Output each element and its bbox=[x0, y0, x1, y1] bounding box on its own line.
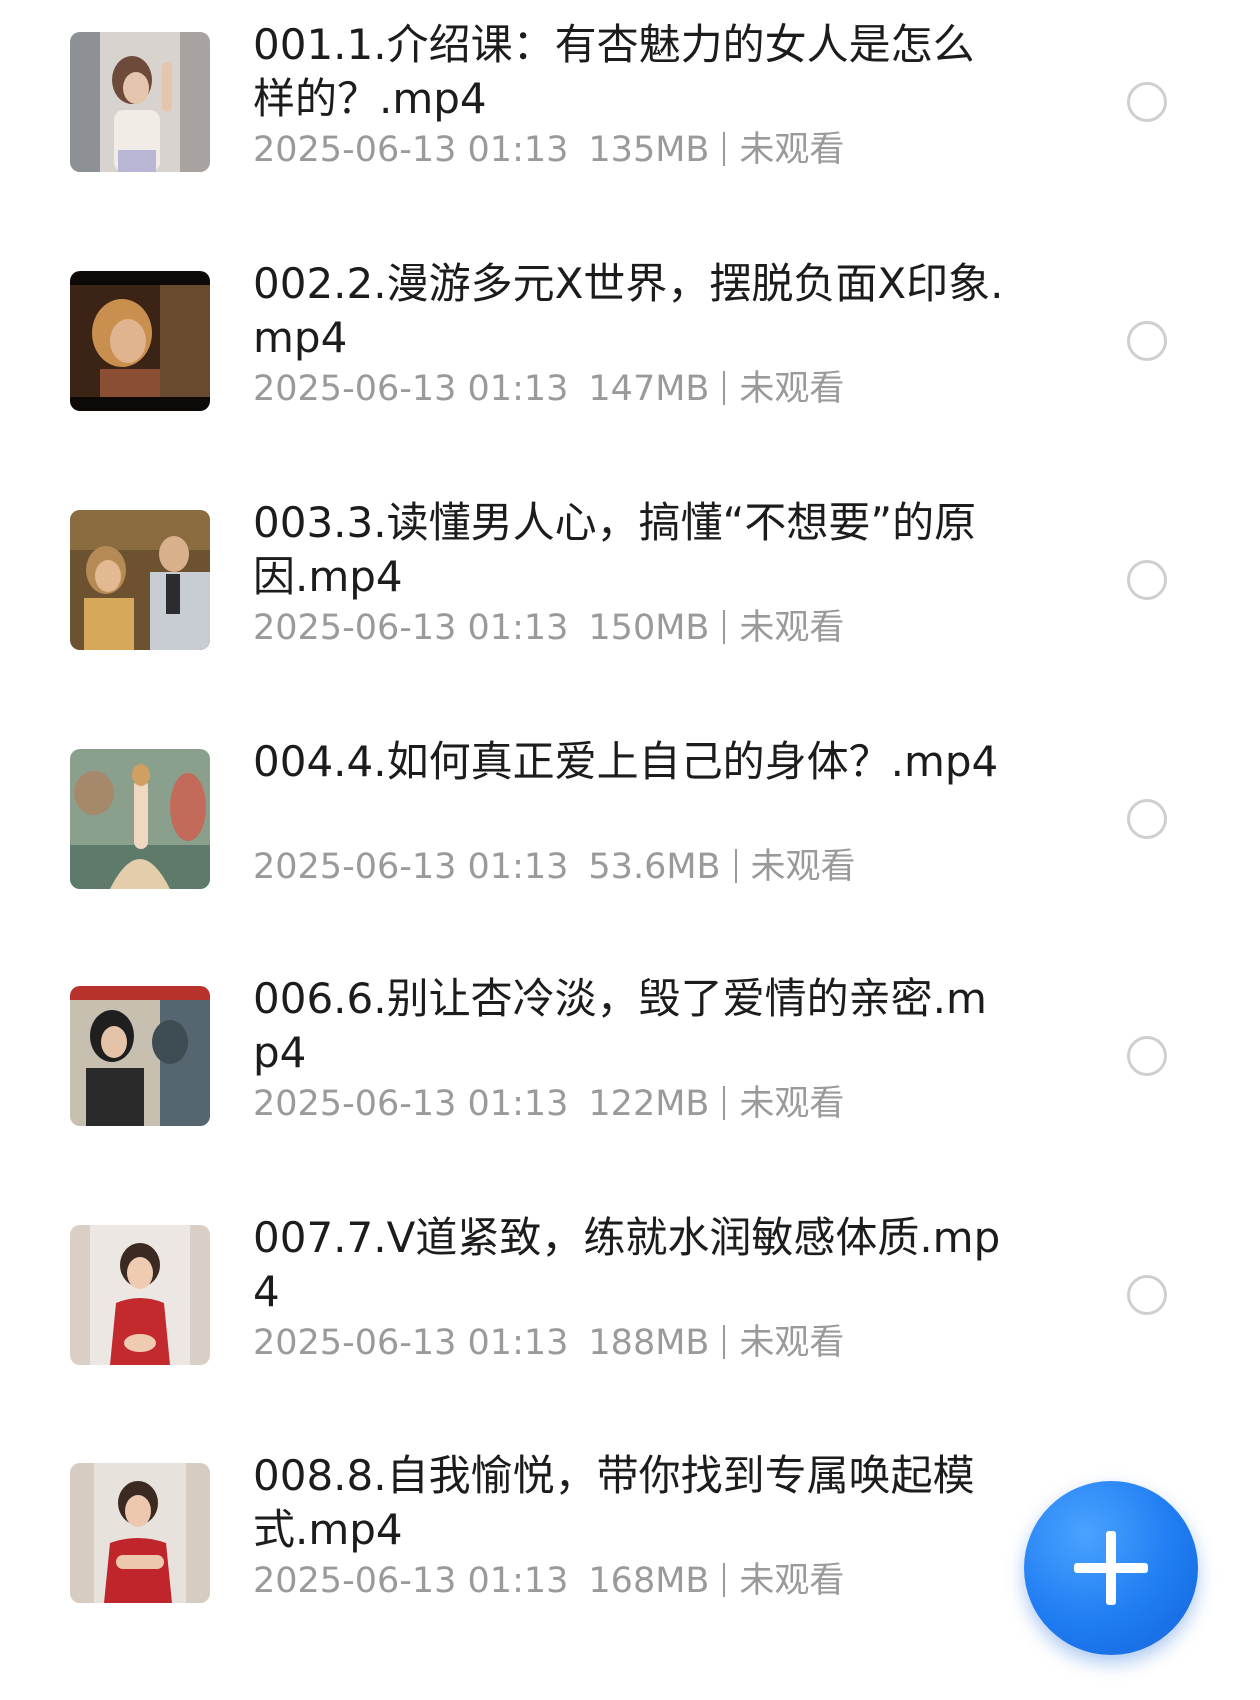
file-date: 2025-06-13 01:13 bbox=[253, 1561, 569, 1601]
file-date: 2025-06-13 01:13 bbox=[253, 1323, 569, 1363]
select-radio[interactable] bbox=[1127, 560, 1167, 600]
select-radio[interactable] bbox=[1127, 1275, 1167, 1315]
watch-status: 未观看 bbox=[739, 369, 845, 409]
file-title: 004.4.如何真正爱上自己的身体？.mp4 bbox=[253, 737, 999, 786]
add-button[interactable] bbox=[1024, 1481, 1198, 1655]
file-title: 003.3.读懂男人心，搞懂“不想要”的原因.mp4 bbox=[253, 498, 977, 601]
meta-divider bbox=[723, 1086, 726, 1120]
file-meta: 2025-06-13 01:13 135MB 未观看 bbox=[253, 128, 844, 172]
meta-divider bbox=[723, 1563, 726, 1597]
file-title: 006.6.别让杏冷淡，毁了爱情的亲密.mp4 bbox=[253, 974, 987, 1077]
file-item[interactable]: 004.4.如何真正爱上自己的身体？.mp4 2025-06-13 01:13 5… bbox=[0, 737, 1260, 949]
file-meta: 2025-06-13 01:13 122MB 未观看 bbox=[253, 1082, 844, 1126]
watch-status: 未观看 bbox=[739, 1084, 845, 1124]
watch-status: 未观看 bbox=[739, 130, 845, 170]
watch-status: 未观看 bbox=[739, 608, 845, 648]
watch-status: 未观看 bbox=[739, 1323, 845, 1363]
plus-icon bbox=[1074, 1531, 1148, 1605]
video-thumbnail[interactable] bbox=[70, 749, 210, 889]
file-title: 007.7.V道紧致，练就水润敏感体质.mp4 bbox=[253, 1213, 1001, 1316]
file-date: 2025-06-13 01:13 bbox=[253, 369, 569, 409]
file-size: 147MB bbox=[588, 369, 710, 409]
file-size: 53.6MB bbox=[588, 847, 721, 887]
meta-divider bbox=[723, 610, 726, 644]
file-item[interactable]: 006.6.别让杏冷淡，毁了爱情的亲密.mp4 2025-06-13 01:13… bbox=[0, 974, 1260, 1186]
file-size: 188MB bbox=[588, 1323, 710, 1363]
file-item[interactable]: 001.1.介绍课：有杏魅力的女人是怎么样的？.mp4 2025-06-13 0… bbox=[0, 20, 1260, 232]
file-date: 2025-06-13 01:13 bbox=[253, 130, 569, 170]
video-thumbnail[interactable] bbox=[70, 271, 210, 411]
meta-divider bbox=[723, 1325, 726, 1359]
file-meta: 2025-06-13 01:13 168MB 未观看 bbox=[253, 1559, 844, 1603]
watch-status: 未观看 bbox=[750, 847, 856, 887]
video-thumbnail[interactable] bbox=[70, 510, 210, 650]
file-title: 001.1.介绍课：有杏魅力的女人是怎么样的？.mp4 bbox=[253, 20, 975, 123]
file-item[interactable]: 007.7.V道紧致，练就水润敏感体质.mp4 2025-06-13 01:13… bbox=[0, 1213, 1260, 1425]
file-size: 122MB bbox=[588, 1084, 710, 1124]
file-date: 2025-06-13 01:13 bbox=[253, 1084, 569, 1124]
file-title: 008.8.自我愉悦，带你找到专属唤起模式.mp4 bbox=[253, 1451, 975, 1554]
file-title: 002.2.漫游多元X世界，摆脱负面X印象.mp4 bbox=[253, 259, 1004, 362]
select-radio[interactable] bbox=[1127, 321, 1167, 361]
select-radio[interactable] bbox=[1127, 82, 1167, 122]
file-date: 2025-06-13 01:13 bbox=[253, 608, 569, 648]
file-meta: 2025-06-13 01:13 150MB 未观看 bbox=[253, 606, 844, 650]
file-item[interactable]: 003.3.读懂男人心，搞懂“不想要”的原因.mp4 2025-06-13 01… bbox=[0, 498, 1260, 710]
file-size: 168MB bbox=[588, 1561, 710, 1601]
file-meta: 2025-06-13 01:13 147MB 未观看 bbox=[253, 367, 844, 411]
file-item[interactable]: 002.2.漫游多元X世界，摆脱负面X印象.mp4 2025-06-13 01:… bbox=[0, 259, 1260, 471]
file-meta: 2025-06-13 01:13 53.6MB 未观看 bbox=[253, 845, 856, 889]
video-thumbnail[interactable] bbox=[70, 32, 210, 172]
select-radio[interactable] bbox=[1127, 799, 1167, 839]
meta-divider bbox=[723, 132, 726, 166]
file-size: 135MB bbox=[588, 130, 710, 170]
meta-divider bbox=[734, 849, 737, 883]
file-date: 2025-06-13 01:13 bbox=[253, 847, 569, 887]
video-thumbnail[interactable] bbox=[70, 1463, 210, 1603]
video-thumbnail[interactable] bbox=[70, 986, 210, 1126]
file-meta: 2025-06-13 01:13 188MB 未观看 bbox=[253, 1321, 844, 1365]
file-size: 150MB bbox=[588, 608, 710, 648]
video-thumbnail[interactable] bbox=[70, 1225, 210, 1365]
select-radio[interactable] bbox=[1127, 1036, 1167, 1076]
watch-status: 未观看 bbox=[739, 1561, 845, 1601]
meta-divider bbox=[723, 371, 726, 405]
